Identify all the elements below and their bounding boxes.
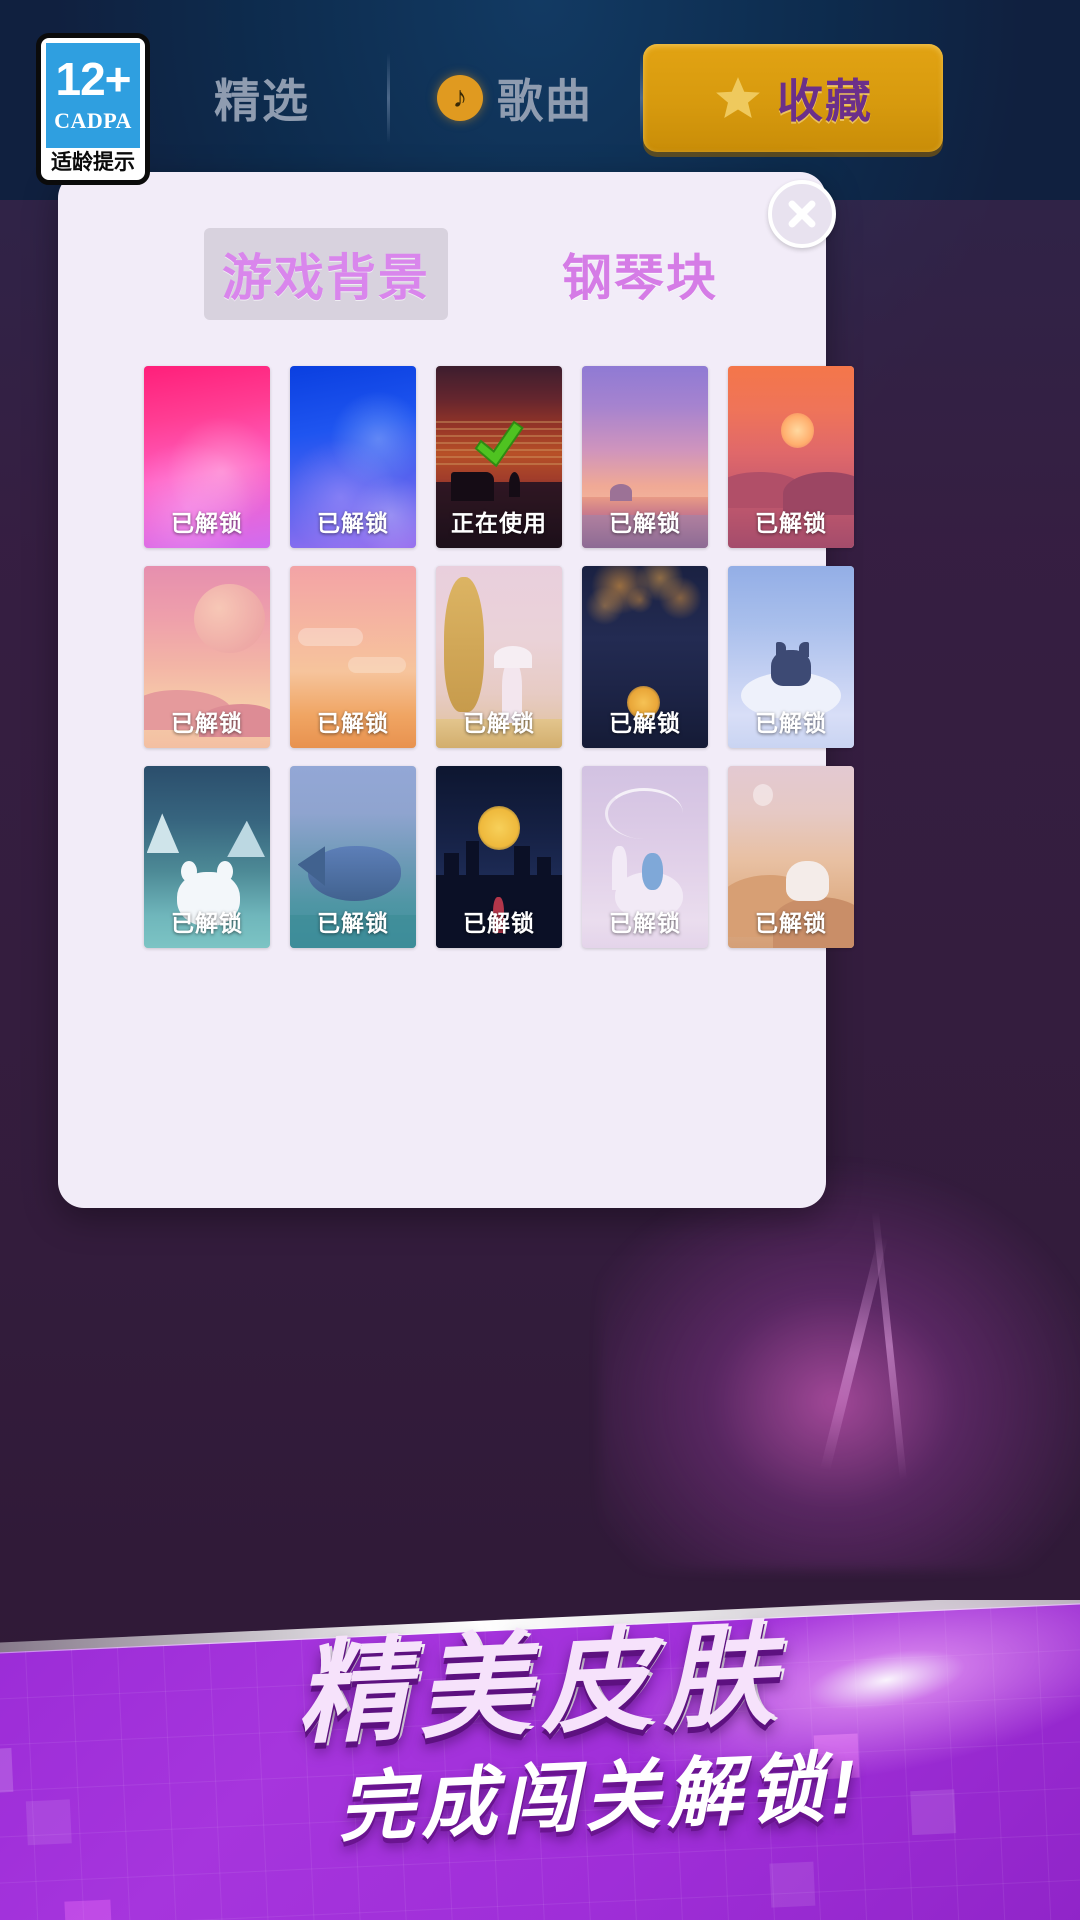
skin-status-label: 已解锁	[171, 510, 243, 536]
skin-status-label: 已解锁	[609, 510, 681, 536]
tab-piano-tiles[interactable]: 钢琴块	[544, 228, 736, 320]
nav-item-songs-label: 歌曲	[497, 75, 593, 127]
skin-status-label: 已解锁	[609, 910, 681, 936]
skin-item[interactable]: 已解锁	[728, 766, 854, 948]
promo-banner-tile	[64, 1899, 113, 1920]
nav-item-featured-label: 精选	[214, 75, 310, 127]
skin-status-label: 已解锁	[171, 710, 243, 736]
skin-status-label: 已解锁	[755, 510, 827, 536]
selected-check-icon	[474, 420, 524, 468]
promo-banner: 精美皮肤 完成闯关解锁!	[0, 1600, 1080, 1920]
top-navigation: 精选 ♪ 歌曲 收藏	[0, 0, 1080, 196]
tab-game-background[interactable]: 游戏背景	[204, 228, 448, 320]
music-note-icon: ♪	[437, 75, 483, 121]
nav-item-featured[interactable]: 精选	[137, 43, 387, 153]
skin-item[interactable]: 已解锁	[582, 366, 708, 548]
background-glow	[600, 1150, 1080, 1570]
age-rating-badge: 12+ CADPA 适龄提示	[36, 33, 150, 185]
star-icon	[716, 77, 760, 118]
promo-banner-subhead: 完成闯关解锁!	[337, 1744, 864, 1851]
skin-status-label: 已解锁	[317, 710, 389, 736]
skin-item[interactable]: 已解锁	[436, 766, 562, 948]
nav-item-collection-label: 收藏	[777, 75, 873, 127]
promo-banner-tile	[769, 1861, 816, 1908]
skin-status-label: 已解锁	[463, 710, 535, 736]
skin-item[interactable]: 已解锁	[582, 766, 708, 948]
modal-tabs: 游戏背景 钢琴块	[58, 172, 826, 320]
close-button[interactable]	[768, 180, 836, 248]
skin-item[interactable]: 已解锁	[144, 766, 270, 948]
skin-item[interactable]: 已解锁	[436, 566, 562, 748]
skin-grid: 已解锁 已解锁 正在使用 已解锁 已解锁 已解锁 已解锁 已解锁 已解锁 已解锁…	[58, 320, 854, 948]
skin-status-label: 已解锁	[755, 710, 827, 736]
skin-status-label: 已解锁	[463, 910, 535, 936]
age-rating-value: 12+	[55, 52, 131, 105]
age-rating-note: 适龄提示	[51, 151, 135, 174]
age-rating-panel: 12+ CADPA	[46, 43, 140, 148]
skin-item[interactable]: 已解锁	[728, 566, 854, 748]
skin-status-label: 已解锁	[317, 510, 389, 536]
skin-status-label: 已解锁	[609, 710, 681, 736]
skin-item[interactable]: 已解锁	[290, 366, 416, 548]
nav-item-songs[interactable]: ♪ 歌曲	[390, 43, 640, 153]
skin-item[interactable]: 已解锁	[728, 366, 854, 548]
skin-item[interactable]: 已解锁	[144, 566, 270, 748]
skin-status-label: 已解锁	[755, 910, 827, 936]
close-icon	[788, 200, 816, 228]
skin-item-active[interactable]: 正在使用	[436, 366, 562, 548]
skin-status-label: 正在使用	[451, 510, 547, 536]
skin-status-label: 已解锁	[317, 910, 389, 936]
skin-item[interactable]: 已解锁	[144, 366, 270, 548]
skin-item[interactable]: 已解锁	[582, 566, 708, 748]
age-rating-org: CADPA	[54, 107, 132, 133]
skin-status-label: 已解锁	[171, 910, 243, 936]
promo-banner-text: 精美皮肤 完成闯关解锁!	[0, 1612, 1080, 1851]
skin-item[interactable]: 已解锁	[290, 566, 416, 748]
nav-item-collection[interactable]: 收藏	[643, 44, 943, 152]
skin-item[interactable]: 已解锁	[290, 766, 416, 948]
skin-select-modal: 游戏背景 钢琴块 已解锁 已解锁 正在使用 已解锁 已解锁 已解锁 已解锁 已解…	[58, 172, 854, 1208]
